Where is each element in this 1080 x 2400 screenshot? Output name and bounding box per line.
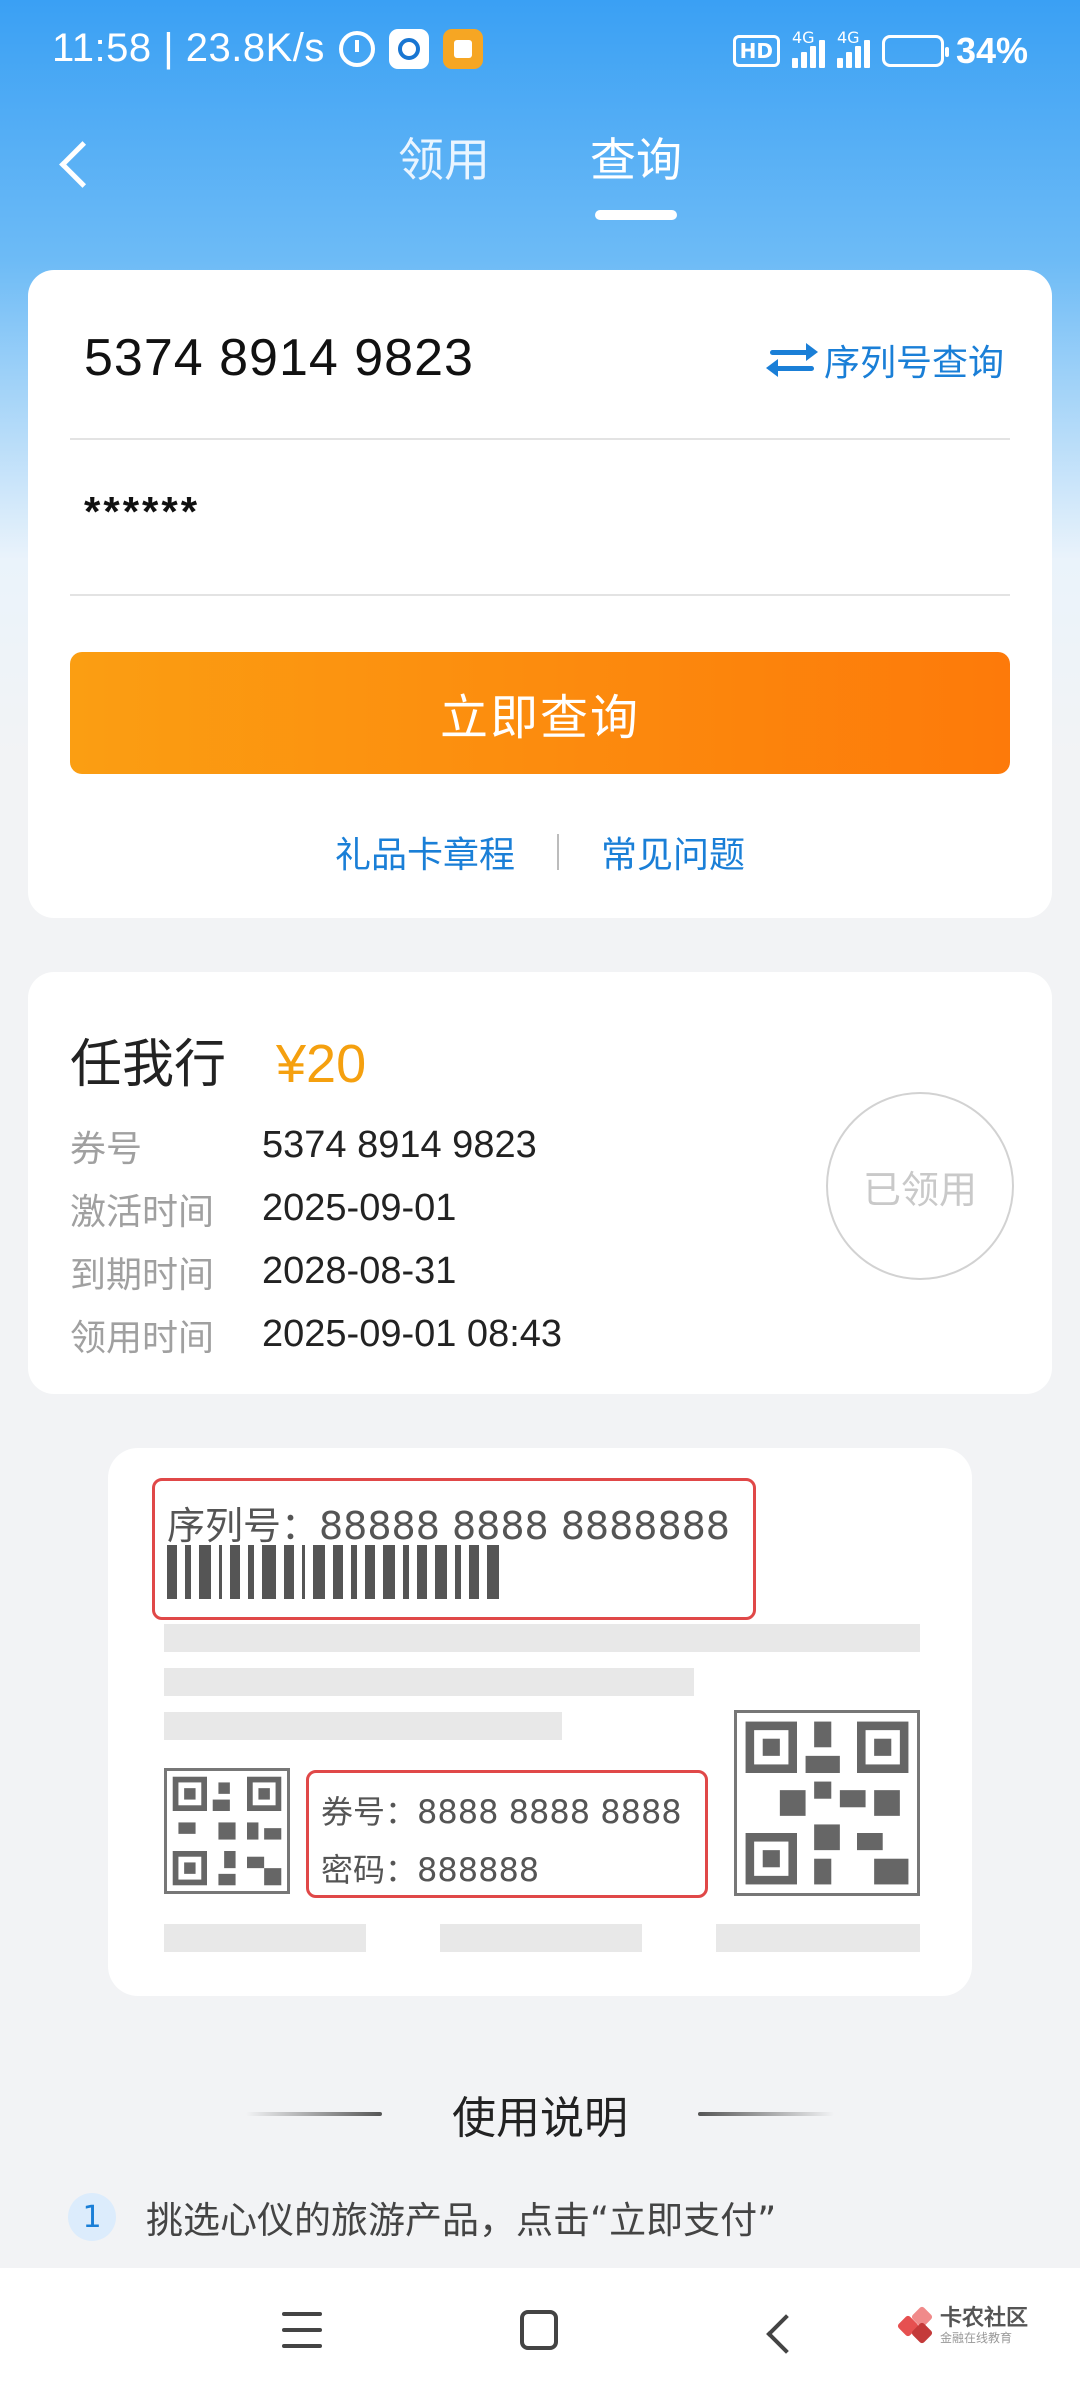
barcode-icon (167, 1545, 499, 1599)
card-number-value[interactable]: 5374 8914 9823 (84, 328, 474, 388)
alarm-icon (338, 30, 375, 67)
watermark-subtext: 金融在线教育 (940, 2331, 1013, 2345)
placeholder-line (164, 1668, 694, 1696)
watermark-text: 卡农社区 (940, 2306, 1029, 2331)
gallery-notification-icon (442, 28, 483, 69)
status-bar: 11:58 | 23.8K/s HD 4G 4G 34% (0, 0, 1080, 100)
swap-icon (765, 340, 818, 380)
query-card: 5374 8914 9823 序列号查询 ****** 立即查询 礼品卡章程 常… (28, 270, 1052, 918)
battery-icon (881, 35, 949, 67)
serial-number-highlight: 序列号：88888 8888 8888888 (152, 1478, 756, 1620)
watermark-logo-icon (896, 2305, 934, 2345)
info-row-claimed: 领用时间 2025-09-01 08:43 (70, 1313, 563, 1359)
password-field[interactable]: ****** (70, 440, 1010, 596)
sample-coupon-text: 券号：8888 8888 8888 (321, 1793, 682, 1831)
top-nav: 领用 查询 (0, 110, 1080, 220)
gift-card-terms-link[interactable]: 礼品卡章程 (335, 826, 515, 878)
app-notification-icon (388, 28, 429, 69)
home-button[interactable] (520, 2310, 558, 2350)
sample-password-text: 密码：888888 (321, 1851, 540, 1889)
card-number-field[interactable]: 5374 8914 9823 序列号查询 (70, 270, 1010, 440)
claimed-status-stamp: 已领用 (826, 1092, 1014, 1280)
faq-link[interactable]: 常见问题 (601, 826, 745, 878)
card-sample-illustration: 序列号：88888 8888 8888888 券号：8888 8888 8888… (108, 1448, 972, 1996)
help-links: 礼品卡章程 常见问题 (28, 826, 1052, 878)
recent-apps-button[interactable] (282, 2312, 322, 2352)
qr-code-icon (164, 1768, 290, 1894)
battery-percent: 34% (955, 30, 1028, 71)
tab-claim[interactable]: 领用 (398, 124, 490, 220)
step-number-badge: 1 (68, 2193, 116, 2241)
result-card: 任我行 ¥20 券号 5374 8914 9823 激活时间 2025-09-0… (28, 972, 1052, 1394)
signal-icon: 4G (791, 28, 825, 68)
query-now-button[interactable]: 立即查询 (70, 652, 1010, 774)
divider (557, 834, 559, 870)
card-product-name: 任我行 (70, 1035, 227, 1095)
info-row-activated: 激活时间 2025-09-01 (70, 1187, 457, 1233)
watermark: 卡农社区 金融在线教育 (896, 2305, 1029, 2345)
placeholder-line (716, 1924, 920, 1952)
info-row-coupon-no: 券号 5374 8914 9823 (70, 1124, 537, 1170)
card-amount: ¥20 (276, 1034, 367, 1094)
placeholder-line (440, 1924, 642, 1952)
signal-icon: 4G (836, 28, 870, 68)
usage-instructions-title: 使用说明 (0, 2082, 1080, 2146)
system-nav-bar: 卡农社区 金融在线教育 (0, 2268, 1080, 2400)
usage-step: 1 挑选心仪的旅游产品，点击“立即支付” (68, 2190, 776, 2244)
placeholder-line (164, 1624, 920, 1652)
serial-query-button[interactable]: 序列号查询 (765, 334, 1004, 386)
card-info-list: 券号 5374 8914 9823 激活时间 2025-09-01 到期时间 2… (70, 1114, 562, 1366)
info-row-expires: 到期时间 2028-08-31 (70, 1250, 457, 1296)
status-time-speed: 11:58 | 23.8K/s (52, 26, 325, 70)
hd-voice-icon: HD (732, 35, 780, 67)
qr-code-icon (734, 1710, 920, 1896)
system-back-button[interactable] (762, 2312, 802, 2356)
tab-bar: 领用 查询 (0, 124, 1080, 220)
coupon-credentials-highlight: 券号：8888 8888 8888 密码：888888 (306, 1770, 708, 1898)
sample-serial-text: 序列号：88888 8888 8888888 (167, 1504, 730, 1548)
password-value[interactable]: ****** (84, 488, 200, 536)
placeholder-line (164, 1712, 562, 1740)
placeholder-line (164, 1924, 366, 1952)
serial-query-label: 序列号查询 (823, 343, 1004, 384)
tab-query[interactable]: 查询 (590, 124, 682, 220)
step-text: 挑选心仪的旅游产品，点击“立即支付” (146, 2199, 777, 2242)
